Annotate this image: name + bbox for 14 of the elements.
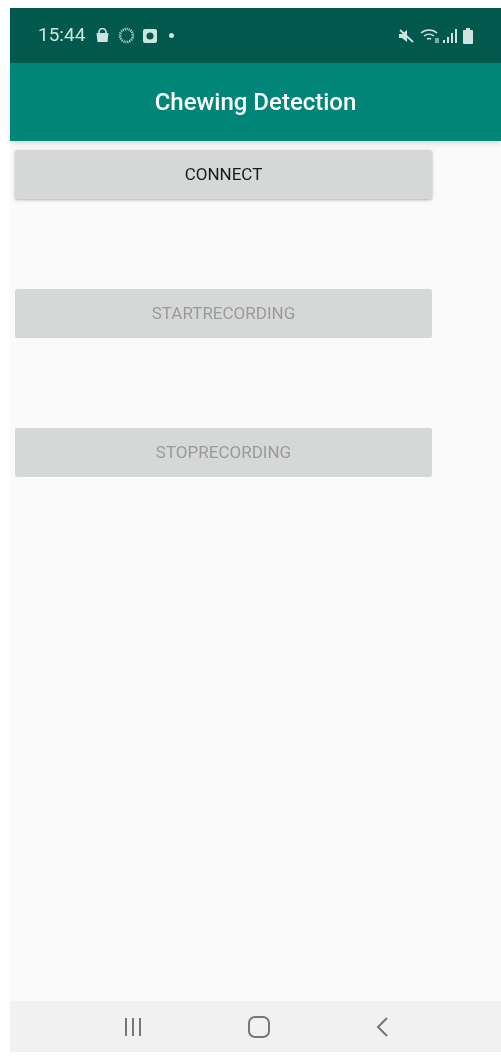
back-icon[interactable] (374, 1016, 389, 1037)
signal-icon (443, 28, 457, 43)
action-button[interactable]: CONNECT (15, 150, 432, 199)
clock-icon (143, 28, 158, 43)
loading-ring-icon (118, 27, 136, 44)
status-time: 15:44 (38, 22, 86, 49)
battery-icon (463, 27, 473, 44)
wifi-icon (420, 27, 440, 44)
mute-icon (398, 28, 414, 43)
home-icon[interactable] (247, 1015, 270, 1038)
dot-icon (169, 33, 175, 38)
app-title: Chewing Detection (154, 87, 357, 118)
shopping-bag-icon (95, 28, 111, 43)
recent-apps-icon[interactable] (122, 1016, 143, 1037)
